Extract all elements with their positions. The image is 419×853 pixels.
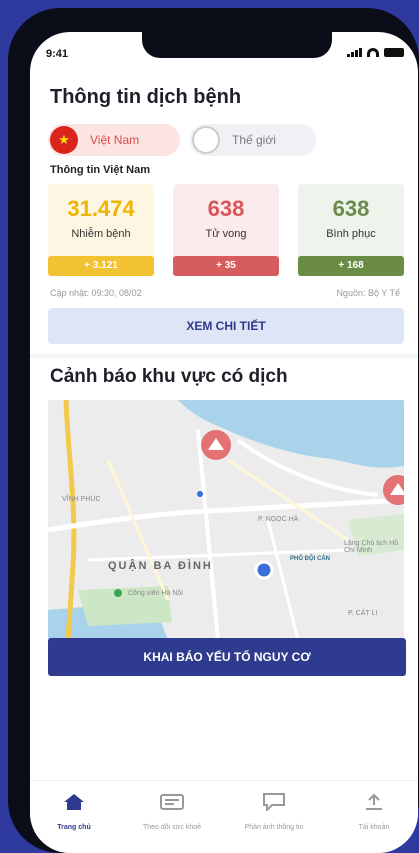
status-time: 9:41 xyxy=(46,48,69,60)
vietnam-flag-icon: ★ xyxy=(50,126,78,154)
map-label-district: QUẬN BA ĐÌNH xyxy=(108,560,213,572)
phone-frame: 9:41 Thông tin dịch bệnh ★ Việt Nam Thế … xyxy=(8,8,419,853)
map-label-ward-2: VĨNH PHÚC xyxy=(62,496,101,503)
tab-health-tracking[interactable]: Theo dõi sức khoẻ xyxy=(128,793,216,831)
stats-subtitle: Thông tin Việt Nam xyxy=(50,164,151,176)
battery-icon xyxy=(384,48,404,57)
home-icon xyxy=(64,794,84,810)
map-label-ward-1: P. NGỌC HÀ xyxy=(258,516,299,523)
status-icons xyxy=(347,48,404,57)
vietnam-toggle-label: Việt Nam xyxy=(90,133,140,147)
declare-risk-button[interactable]: KHAI BÁO YẾU TỐ NGUY CƠ xyxy=(48,638,406,676)
deaths-count: 638 xyxy=(207,196,245,221)
tab-account[interactable]: Tài khoản xyxy=(330,793,418,831)
recovered-count: 638 xyxy=(332,196,370,221)
signal-icon xyxy=(347,48,362,57)
deaths-label: Tử vong xyxy=(205,228,247,240)
outbreak-map[interactable]: QUẬN BA ĐÌNH P. NGỌC HÀ VĨNH PHÚC P. CÁT… xyxy=(48,400,404,640)
vietnam-toggle[interactable]: ★ Việt Nam xyxy=(48,124,180,156)
recovered-card[interactable]: 638 Bình phục + 168 xyxy=(298,184,404,276)
map-label-ward-3: P. CÁT LI xyxy=(348,610,378,617)
tab-feedback-label: Phản ánh thông tin xyxy=(244,824,304,831)
map-label-place-2: Lăng Chủ tịch Hồ Chí Minh xyxy=(344,540,399,554)
updated-timestamp: Cập nhật: 09:30, 08/02 xyxy=(50,288,142,298)
map-label-place-1: Công viên Hà Nội xyxy=(128,590,183,597)
health-card-icon xyxy=(160,794,184,810)
deaths-card[interactable]: 638 Tử vong + 35 xyxy=(173,184,279,276)
tab-feedback[interactable]: Phản ánh thông tin xyxy=(230,793,318,831)
tab-account-label: Tài khoản xyxy=(358,824,390,831)
infected-label: Nhiễm bệnh xyxy=(71,228,131,240)
infected-delta: + 3.121 xyxy=(48,256,154,276)
map-label-road-1: PHỐ ĐỘI CẤN xyxy=(290,556,331,562)
globe-icon xyxy=(192,126,220,154)
map-canvas xyxy=(48,400,404,640)
status-bar: 9:41 xyxy=(30,32,418,72)
section-divider xyxy=(30,354,418,358)
recovered-label: Bình phục xyxy=(326,228,376,240)
recovered-delta: + 168 xyxy=(298,256,404,276)
infected-count: 31.474 xyxy=(67,196,135,221)
infected-card[interactable]: 31.474 Nhiễm bệnh + 3.121 xyxy=(48,184,154,276)
tab-home-label: Trang chủ xyxy=(57,824,91,831)
app-screen: 9:41 Thông tin dịch bệnh ★ Việt Nam Thế … xyxy=(30,32,418,853)
world-toggle[interactable]: Thế giới xyxy=(190,124,316,156)
tab-health-tracking-label: Theo dõi sức khoẻ xyxy=(143,824,201,831)
account-icon xyxy=(366,793,382,810)
deaths-delta: + 35 xyxy=(173,256,279,276)
page-title: Thông tin dịch bệnh xyxy=(50,86,242,108)
world-toggle-label: Thế giới xyxy=(232,133,276,147)
tab-home[interactable]: Trang chủ xyxy=(30,793,118,831)
data-source: Nguồn: Bộ Y Tế xyxy=(336,288,400,298)
user-location-marker xyxy=(254,560,274,580)
feedback-icon xyxy=(263,793,285,813)
wifi-icon xyxy=(367,48,379,57)
view-details-button[interactable]: XEM CHI TIẾT xyxy=(48,308,404,344)
bottom-tab-bar: Trang chủ Theo dõi sức khoẻ Phản ánh thô… xyxy=(30,780,418,853)
warning-section-title: Cảnh báo khu vực có dịch xyxy=(50,366,288,387)
